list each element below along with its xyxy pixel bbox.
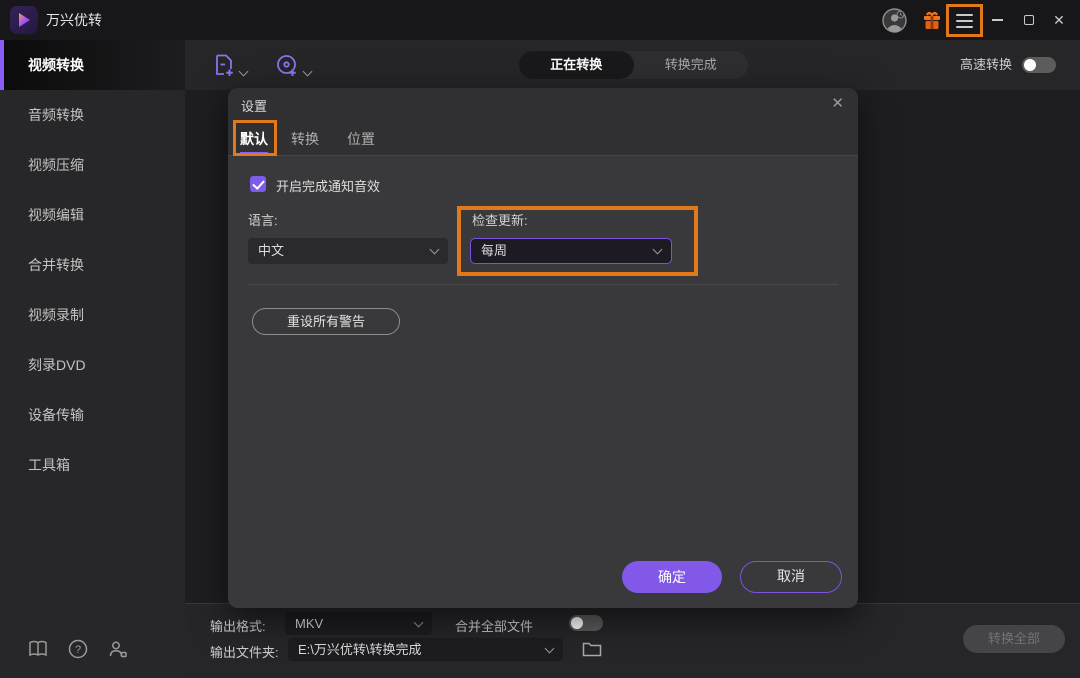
output-folder-select[interactable]: E:\万兴优转\转换完成 xyxy=(288,638,563,661)
ok-button[interactable]: 确定 xyxy=(622,561,722,593)
app-window: 万兴优转 ✕ 视频转换 xyxy=(0,0,1080,678)
check-update-select[interactable]: 每周 xyxy=(470,238,672,264)
open-folder-icon[interactable] xyxy=(582,640,602,658)
check-update-label: 检查更新: xyxy=(472,210,528,229)
maximize-button[interactable] xyxy=(1016,0,1042,40)
titlebar: 万兴优转 ✕ xyxy=(0,0,1080,40)
sidebar-item-merge-convert[interactable]: 合并转换 xyxy=(0,240,185,290)
app-title: 万兴优转 xyxy=(46,0,102,40)
settings-dialog: 设置 ✕ 默认 转换 位置 开启完成通知音效 语言: 中文 检查更新: 每周 重… xyxy=(228,88,858,608)
notify-sound-checkbox[interactable] xyxy=(250,176,266,192)
dialog-divider xyxy=(248,284,838,285)
sidebar: 视频转换 音频转换 视频压缩 视频编辑 合并转换 视频录制 刻录DVD 设备传输… xyxy=(0,40,185,678)
sidebar-item-audio-convert[interactable]: 音频转换 xyxy=(0,90,185,140)
sidebar-item-video-compress[interactable]: 视频压缩 xyxy=(0,140,185,190)
tab-converting[interactable]: 正在转换 xyxy=(519,51,634,79)
dialog-header: 设置 ✕ 默认 转换 位置 xyxy=(228,88,858,156)
sidebar-item-toolbox[interactable]: 工具箱 xyxy=(0,440,185,490)
toolbar: 正在转换 转换完成 高速转换 xyxy=(185,40,1080,90)
output-format-select[interactable]: MKV xyxy=(285,612,432,635)
chevron-down-icon xyxy=(545,643,555,653)
convert-all-button[interactable]: 转换全部 xyxy=(963,625,1065,653)
sidebar-item-screen-record[interactable]: 视频录制 xyxy=(0,290,185,340)
convert-status-tabs: 正在转换 转换完成 xyxy=(519,51,748,79)
sidebar-item-video-convert[interactable]: 视频转换 xyxy=(0,40,185,90)
sidebar-footer: ? xyxy=(0,638,185,660)
close-window-button[interactable]: ✕ xyxy=(1046,0,1072,40)
chevron-down-icon xyxy=(653,245,663,255)
cancel-button[interactable]: 取消 xyxy=(740,561,842,593)
dialog-title: 设置 xyxy=(241,96,267,115)
high-speed-label: 高速转换 xyxy=(960,40,1012,90)
sidebar-item-video-edit[interactable]: 视频编辑 xyxy=(0,190,185,240)
high-speed-toggle[interactable] xyxy=(1022,57,1056,73)
load-dvd-chevron-icon[interactable] xyxy=(304,63,311,78)
merge-files-label: 合并全部文件 xyxy=(455,616,533,635)
hamburger-menu-button[interactable] xyxy=(948,7,980,34)
load-dvd-icon[interactable] xyxy=(275,53,300,78)
notify-sound-label: 开启完成通知音效 xyxy=(276,176,380,195)
gift-icon[interactable] xyxy=(921,9,943,31)
svg-text:?: ? xyxy=(75,644,81,656)
minimize-button[interactable] xyxy=(984,0,1010,40)
dialog-close-button[interactable]: ✕ xyxy=(831,94,844,112)
settings-tab-default[interactable]: 默认 xyxy=(240,128,268,154)
guide-book-icon[interactable] xyxy=(27,638,49,660)
reset-warnings-button[interactable]: 重设所有警告 xyxy=(252,308,400,335)
settings-tab-location[interactable]: 位置 xyxy=(347,128,375,154)
chevron-down-icon xyxy=(430,245,440,255)
community-icon[interactable] xyxy=(107,638,129,660)
merge-files-toggle[interactable] xyxy=(569,615,603,631)
help-icon[interactable]: ? xyxy=(67,638,89,660)
language-label: 语言: xyxy=(248,210,278,229)
account-avatar-icon[interactable] xyxy=(882,8,907,33)
output-format-label: 输出格式: xyxy=(210,616,266,635)
app-logo-icon xyxy=(10,6,38,34)
add-file-icon[interactable] xyxy=(212,53,237,78)
sidebar-item-burn-dvd[interactable]: 刻录DVD xyxy=(0,340,185,390)
add-file-chevron-icon[interactable] xyxy=(240,63,247,78)
tab-converted[interactable]: 转换完成 xyxy=(634,51,749,79)
output-folder-label: 输出文件夹: xyxy=(210,642,279,661)
language-select[interactable]: 中文 xyxy=(248,238,448,264)
chevron-down-icon xyxy=(414,617,424,627)
settings-tab-convert[interactable]: 转换 xyxy=(291,128,319,154)
bottom-bar: 输出格式: MKV 合并全部文件 输出文件夹: E:\万兴优转\转换完成 转换全… xyxy=(185,603,1080,678)
sidebar-item-device-transfer[interactable]: 设备传输 xyxy=(0,390,185,440)
